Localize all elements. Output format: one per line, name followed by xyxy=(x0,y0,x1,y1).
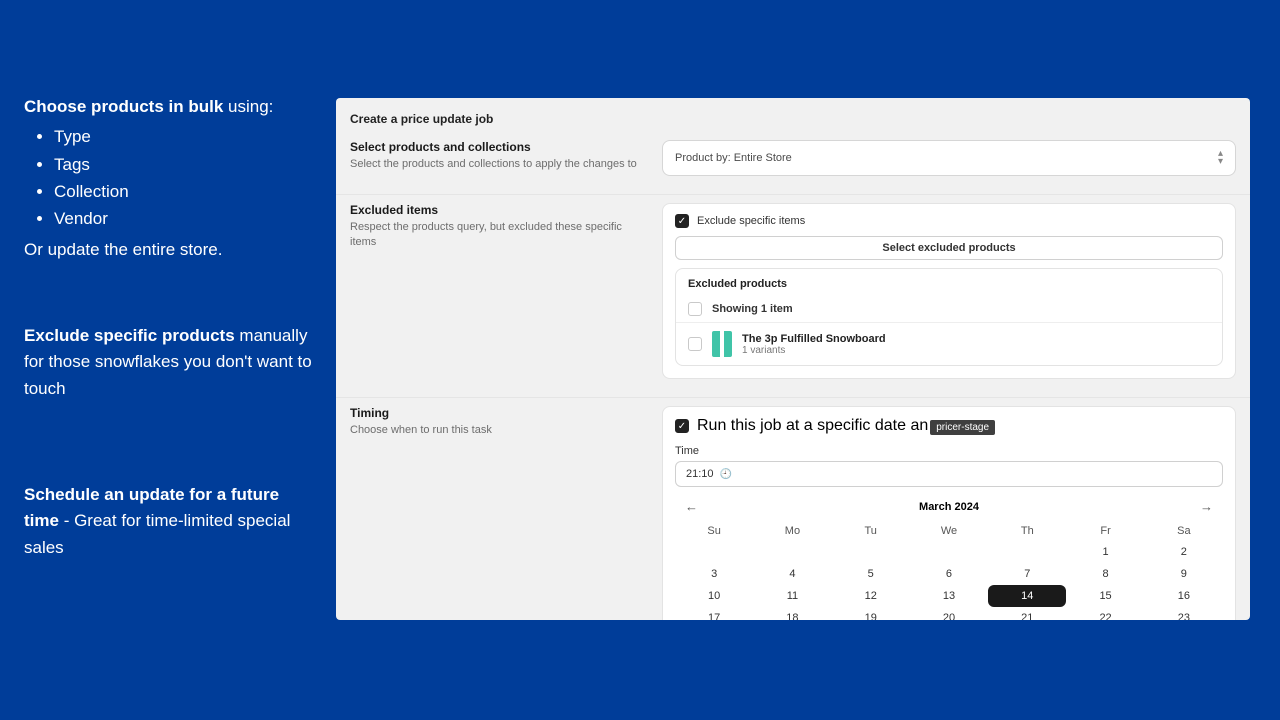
time-label: Time xyxy=(675,445,1223,457)
calendar-day[interactable]: 13 xyxy=(910,585,988,607)
calendar-day[interactable]: 19 xyxy=(832,607,910,620)
calendar-day[interactable]: 3 xyxy=(675,563,753,585)
calendar-weekday: Mo xyxy=(753,520,831,541)
product-variants: 1 variants xyxy=(742,345,886,356)
section-excluded-items: Excluded items Respect the products quer… xyxy=(336,195,1250,398)
marketing-copy-panel: Choose products in bulk using: TypeTagsC… xyxy=(0,0,336,720)
calendar-weekday: Fr xyxy=(1066,520,1144,541)
calendar-day[interactable]: 12 xyxy=(832,585,910,607)
calendar-day[interactable]: 17 xyxy=(675,607,753,620)
section-heading: Timing xyxy=(350,406,646,420)
calendar-weekday: Th xyxy=(988,520,1066,541)
calendar-day[interactable]: 2 xyxy=(1145,541,1223,563)
calendar-weekday: Tu xyxy=(832,520,910,541)
calendar-day[interactable]: 8 xyxy=(1066,563,1144,585)
select-all-checkbox[interactable] xyxy=(688,302,702,316)
calendar-day[interactable]: 20 xyxy=(910,607,988,620)
exclude-items-checkbox[interactable]: ✓ xyxy=(675,214,689,228)
checkbox-label: Run this job at a specific date anpricer… xyxy=(697,417,995,435)
copy-block-exclude: Exclude specific products manually for t… xyxy=(24,323,316,402)
section-desc: Respect the products query, but excluded… xyxy=(350,220,646,251)
showing-count: Showing 1 item xyxy=(712,303,793,315)
calendar-weekday: Sa xyxy=(1145,520,1223,541)
product-by-select[interactable]: Product by: Entire Store ▴▾ xyxy=(662,140,1236,176)
product-thumbnail xyxy=(712,331,732,357)
calendar-day[interactable]: 22 xyxy=(1066,607,1144,620)
time-input[interactable]: 21:10 🕘 xyxy=(675,461,1223,487)
section-heading: Select products and collections xyxy=(350,140,646,154)
calendar-day[interactable]: 5 xyxy=(832,563,910,585)
stage-badge: pricer-stage xyxy=(930,420,995,435)
section-heading: Excluded items xyxy=(350,203,646,217)
copy-block-choose: Choose products in bulk using: TypeTagsC… xyxy=(24,94,316,263)
section-desc: Choose when to run this task xyxy=(350,423,646,438)
calendar-day[interactable]: 10 xyxy=(675,585,753,607)
calendar-prev-button[interactable]: ← xyxy=(679,497,704,516)
card-title: Excluded products xyxy=(676,269,1222,296)
copy-block-schedule: Schedule an update for a future time - G… xyxy=(24,482,316,561)
calendar-day[interactable]: 23 xyxy=(1145,607,1223,620)
bullet-item: Vendor xyxy=(54,206,316,232)
calendar-day[interactable]: 11 xyxy=(753,585,831,607)
schedule-checkbox[interactable]: ✓ xyxy=(675,419,689,433)
calendar-day[interactable]: 15 xyxy=(1066,585,1144,607)
product-name: The 3p Fulfilled Snowboard xyxy=(742,333,886,345)
calendar-day[interactable]: 9 xyxy=(1145,563,1223,585)
bullet-item: Tags xyxy=(54,152,316,178)
chevron-updown-icon: ▴▾ xyxy=(1218,150,1223,166)
item-checkbox[interactable] xyxy=(688,337,702,351)
excluded-products-card: Excluded products Showing 1 item The 3p … xyxy=(675,268,1223,366)
calendar-day[interactable]: 21 xyxy=(988,607,1066,620)
bullet-item: Type xyxy=(54,124,316,150)
bullet-list: TypeTagsCollectionVendor xyxy=(54,124,316,232)
calendar-month-label: March 2024 xyxy=(704,501,1194,513)
calendar-day[interactable]: 16 xyxy=(1145,585,1223,607)
section-select-products: Select products and collections Select t… xyxy=(336,132,1250,195)
calendar-weekday: Su xyxy=(675,520,753,541)
calendar-day[interactable]: 18 xyxy=(753,607,831,620)
calendar-day[interactable]: 14 xyxy=(988,585,1066,607)
bullet-item: Collection xyxy=(54,179,316,205)
checkbox-label: Exclude specific items xyxy=(697,215,805,227)
calendar-day[interactable]: 6 xyxy=(910,563,988,585)
calendar-day[interactable]: 1 xyxy=(1066,541,1144,563)
calendar-day[interactable]: 4 xyxy=(753,563,831,585)
section-timing: Timing Choose when to run this task ✓ Ru… xyxy=(336,398,1250,620)
calendar-next-button[interactable]: → xyxy=(1194,497,1219,516)
section-desc: Select the products and collections to a… xyxy=(350,157,646,172)
page-title: Create a price update job xyxy=(336,98,1250,132)
clock-icon: 🕘 xyxy=(720,469,732,480)
app-screenshot-panel: Create a price update job Select product… xyxy=(336,98,1250,620)
list-item: The 3p Fulfilled Snowboard 1 variants xyxy=(676,323,1222,365)
select-excluded-products-button[interactable]: Select excluded products xyxy=(675,236,1223,260)
calendar-day[interactable]: 7 xyxy=(988,563,1066,585)
calendar-weekday: We xyxy=(910,520,988,541)
